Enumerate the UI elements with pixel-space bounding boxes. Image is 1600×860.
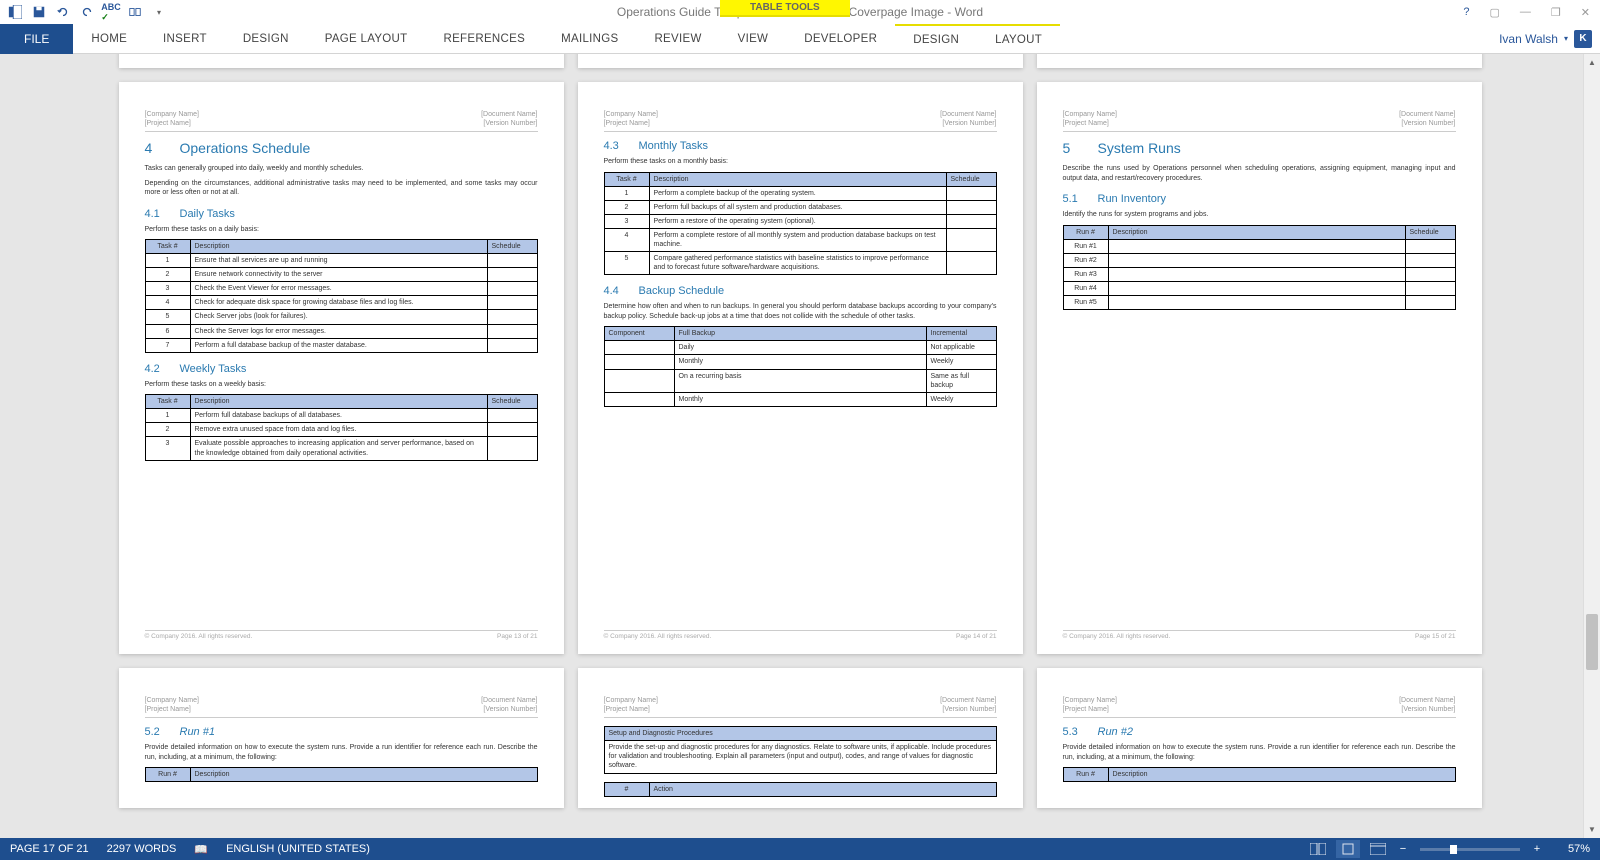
spellcheck-icon[interactable]: ABC✓ <box>100 2 122 22</box>
tab-view[interactable]: VIEW <box>720 24 787 54</box>
ribbon-display-icon[interactable]: ▢ <box>1484 6 1506 19</box>
page-header: [Company Name][Project Name] [Document N… <box>1063 696 1456 718</box>
heading-1: 5System Runs <box>1063 140 1456 156</box>
close-icon[interactable]: ✕ <box>1575 6 1596 19</box>
print-layout-icon[interactable] <box>1336 840 1360 858</box>
body-text: Tasks can generally grouped into daily, … <box>145 164 538 173</box>
user-area[interactable]: Ivan Walsh ▾ K <box>1499 30 1592 48</box>
scroll-up-icon[interactable]: ▲ <box>1584 54 1600 71</box>
page-stub <box>1037 54 1482 68</box>
minimize-icon[interactable]: — <box>1514 6 1537 19</box>
tab-design[interactable]: DESIGN <box>225 24 307 54</box>
page-stub <box>578 54 1023 68</box>
table-tools-contextual: TABLE TOOLS <box>720 0 850 17</box>
tab-insert[interactable]: INSERT <box>145 24 225 54</box>
page-stub <box>119 54 564 68</box>
body-text: Determine how often and when to run back… <box>604 302 997 321</box>
document-page: [Company Name][Project Name] [Document N… <box>119 668 564 808</box>
ribbon: FILE HOME INSERT DESIGN PAGE LAYOUT REFE… <box>0 24 1600 54</box>
monthly-tasks-table[interactable]: Task #DescriptionSchedule 1Perform a com… <box>604 172 997 276</box>
heading-2: 4.1Daily Tasks <box>145 208 538 220</box>
page-header: [Company Name][Project Name] [Document N… <box>604 110 997 132</box>
document-page: [Company Name][Project Name] [Document N… <box>119 82 564 654</box>
backup-schedule-table[interactable]: ComponentFull BackupIncremental DailyNot… <box>604 326 997 407</box>
document-page: [Company Name][Project Name] [Document N… <box>578 668 1023 808</box>
heading-2: 4.3Monthly Tasks <box>604 140 997 152</box>
heading-1: 4Operations Schedule <box>145 140 538 156</box>
page-footer: © Company 2016. All rights reserved.Page… <box>1063 630 1456 640</box>
body-text: Perform these tasks on a monthly basis: <box>604 157 997 166</box>
body-text: Depending on the circumstances, addition… <box>145 179 538 198</box>
page-footer: © Company 2016. All rights reserved.Page… <box>604 630 997 640</box>
word-count[interactable]: 2297 WORDS <box>107 843 177 855</box>
body-text: Provide detailed information on how to e… <box>145 743 538 762</box>
body-text: Describe the runs used by Operations per… <box>1063 164 1456 183</box>
scroll-down-icon[interactable]: ▼ <box>1584 821 1600 838</box>
document-area[interactable]: [Company Name][Project Name] [Document N… <box>0 54 1600 838</box>
heading-2: 4.4Backup Schedule <box>604 285 997 297</box>
body-text: Provide detailed information on how to e… <box>1063 743 1456 762</box>
action-table[interactable]: #Action <box>604 782 997 797</box>
read-mode-icon[interactable] <box>1306 840 1330 858</box>
document-page: [Company Name][Project Name] [Document N… <box>1037 82 1482 654</box>
page-footer: © Company 2016. All rights reserved.Page… <box>145 630 538 640</box>
zoom-level[interactable]: 57% <box>1550 843 1590 855</box>
status-bar: PAGE 17 OF 21 2297 WORDS 📖 ENGLISH (UNIT… <box>0 838 1600 860</box>
heading-2: 5.3Run #2 <box>1063 726 1456 738</box>
tab-references[interactable]: REFERENCES <box>425 24 543 54</box>
title-bar: ABC✓ ▾ Operations Guide Template - Blue … <box>0 0 1600 24</box>
vertical-scrollbar[interactable]: ▲ ▼ <box>1583 54 1600 838</box>
qat-customize-icon[interactable]: ▾ <box>148 2 170 22</box>
word-icon[interactable] <box>4 2 26 22</box>
help-icon[interactable]: ? <box>1457 6 1475 19</box>
document-page: [Company Name][Project Name] [Document N… <box>1037 668 1482 808</box>
maximize-icon[interactable]: ❐ <box>1545 6 1567 19</box>
language-indicator[interactable]: ENGLISH (UNITED STATES) <box>226 843 370 855</box>
user-avatar: K <box>1574 30 1592 48</box>
heading-2: 5.2Run #1 <box>145 726 538 738</box>
tab-table-design[interactable]: DESIGN <box>895 24 977 54</box>
zoom-in-button[interactable]: + <box>1530 843 1544 855</box>
body-text: Perform these tasks on a daily basis: <box>145 225 538 234</box>
save-icon[interactable] <box>28 2 50 22</box>
tab-review[interactable]: REVIEW <box>636 24 719 54</box>
user-name: Ivan Walsh <box>1499 32 1558 46</box>
zoom-out-button[interactable]: − <box>1396 843 1410 855</box>
redo-icon[interactable] <box>76 2 98 22</box>
run-inventory-table[interactable]: Run #DescriptionSchedule Run #1Run #2Run… <box>1063 225 1456 311</box>
undo-icon[interactable] <box>52 2 74 22</box>
page-header: [Company Name][Project Name] [Document N… <box>1063 110 1456 132</box>
window-controls: ? ▢ — ❐ ✕ <box>1457 6 1596 19</box>
page-header: [Company Name][Project Name] [Document N… <box>604 696 997 718</box>
weekly-tasks-table[interactable]: Task #DescriptionSchedule 1Perform full … <box>145 394 538 460</box>
file-tab[interactable]: FILE <box>0 24 73 54</box>
run-table[interactable]: Run #Description <box>145 767 538 782</box>
tab-table-layout[interactable]: LAYOUT <box>977 24 1060 54</box>
heading-2: 4.2Weekly Tasks <box>145 363 538 375</box>
touch-mode-icon[interactable] <box>124 2 146 22</box>
page-indicator[interactable]: PAGE 17 OF 21 <box>10 843 89 855</box>
diagnostic-box[interactable]: Setup and Diagnostic Procedures Provide … <box>604 726 997 773</box>
document-page: [Company Name][Project Name] [Document N… <box>578 82 1023 654</box>
tab-home[interactable]: HOME <box>73 24 145 54</box>
body-text: Identify the runs for system programs an… <box>1063 210 1456 219</box>
run-table[interactable]: Run #Description <box>1063 767 1456 782</box>
zoom-slider[interactable] <box>1420 848 1520 851</box>
proofing-icon[interactable]: 📖 <box>194 843 208 856</box>
tab-page-layout[interactable]: PAGE LAYOUT <box>307 24 426 54</box>
page-header: [Company Name][Project Name] [Document N… <box>145 696 538 718</box>
daily-tasks-table[interactable]: Task #DescriptionSchedule 1Ensure that a… <box>145 239 538 353</box>
tab-mailings[interactable]: MAILINGS <box>543 24 636 54</box>
heading-2: 5.1Run Inventory <box>1063 193 1456 205</box>
quick-access-toolbar: ABC✓ ▾ <box>0 2 170 22</box>
page-header: [Company Name][Project Name] [Document N… <box>145 110 538 132</box>
body-text: Perform these tasks on a weekly basis: <box>145 380 538 389</box>
scroll-thumb[interactable] <box>1586 614 1598 670</box>
tab-developer[interactable]: DEVELOPER <box>786 24 895 54</box>
web-layout-icon[interactable] <box>1366 840 1390 858</box>
